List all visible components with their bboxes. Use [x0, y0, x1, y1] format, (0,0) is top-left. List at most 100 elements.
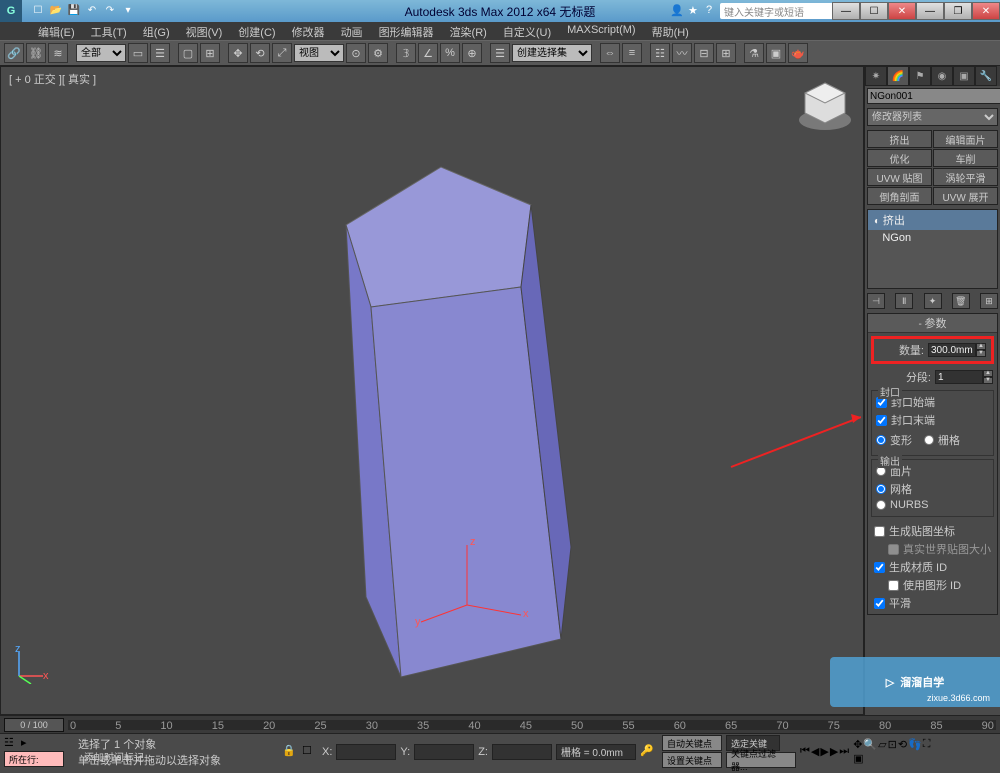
help-icon[interactable]: ?	[706, 4, 720, 18]
pivot-icon[interactable]: ⊙	[346, 43, 366, 63]
render-setup-icon[interactable]: ⚗	[744, 43, 764, 63]
show-end-icon[interactable]: Ⅱ	[895, 293, 913, 309]
stack-item-ngon[interactable]: NGon	[868, 230, 997, 246]
pin-stack-icon[interactable]: ⊣	[867, 293, 885, 309]
window-crossing-icon[interactable]: ⊞	[200, 43, 220, 63]
rollout-title[interactable]: - 参数	[868, 314, 997, 333]
nav-region-icon[interactable]: ▣	[853, 752, 863, 765]
tab-motion-icon[interactable]: ◉	[931, 66, 953, 86]
segs-down-icon[interactable]: ▼	[983, 377, 993, 384]
refcoord-dropdown[interactable]: 视图	[294, 44, 344, 62]
out-nurbs-radio[interactable]	[876, 500, 886, 510]
qat-save-icon[interactable]: 💾	[66, 3, 82, 19]
minimize-button[interactable]: —	[832, 2, 860, 20]
snap-icon[interactable]: 𝟛	[396, 43, 416, 63]
btn-editpatch[interactable]: 编辑面片	[933, 130, 998, 148]
segs-up-icon[interactable]: ▲	[983, 370, 993, 377]
tab-modify-icon[interactable]: 🌈	[887, 66, 909, 86]
rect-select-icon[interactable]: ▢	[178, 43, 198, 63]
isolate-icon[interactable]: ☐	[302, 744, 318, 760]
segs-input[interactable]	[935, 370, 983, 384]
qat-new-icon[interactable]: ☐	[30, 3, 46, 19]
spinner-snap-icon[interactable]: ⊕	[462, 43, 482, 63]
infocenter-icon[interactable]: 👤	[670, 4, 684, 18]
render-icon[interactable]: 🫖	[788, 43, 808, 63]
bind-icon[interactable]: ≋	[48, 43, 68, 63]
y-input[interactable]	[414, 744, 474, 760]
tab-utilities-icon[interactable]: 🔧	[975, 66, 997, 86]
cap-end-check[interactable]	[876, 415, 887, 426]
named-selection-dropdown[interactable]: 创建选择集	[512, 44, 592, 62]
app-logo[interactable]: G	[0, 0, 22, 22]
goto-end-icon[interactable]: ⏭	[839, 745, 849, 758]
play-icon[interactable]: ▶	[820, 745, 828, 758]
tab-display-icon[interactable]: ▣	[953, 66, 975, 86]
menu-modifiers[interactable]: 修改器	[284, 22, 333, 40]
menu-animation[interactable]: 动画	[333, 22, 371, 40]
out-mesh-radio[interactable]	[876, 484, 886, 494]
viewcube[interactable]	[795, 75, 855, 135]
modifier-list-dropdown[interactable]: 修改器列表	[867, 108, 998, 126]
menu-grapheditors[interactable]: 图形编辑器	[371, 22, 442, 40]
btn-bevelprofile[interactable]: 倒角剖面	[867, 187, 932, 205]
tab-hierarchy-icon[interactable]: ⚑	[909, 66, 931, 86]
minimize-button-2[interactable]: —	[916, 2, 944, 20]
cap-morph-radio[interactable]	[876, 435, 886, 445]
keyfilters-button[interactable]: 关键点过滤器...	[726, 752, 796, 768]
nav-orbit-icon[interactable]: ⟲	[898, 738, 907, 751]
menu-tools[interactable]: 工具(T)	[83, 22, 135, 40]
curve-editor-icon[interactable]: 〰	[672, 43, 692, 63]
menu-group[interactable]: 组(G)	[135, 22, 178, 40]
menu-create[interactable]: 创建(C)	[230, 22, 283, 40]
cap-grid-radio[interactable]	[924, 435, 934, 445]
object-name-input[interactable]	[867, 88, 1000, 104]
use-shape-check[interactable]	[888, 580, 899, 591]
render-frame-icon[interactable]: ▣	[766, 43, 786, 63]
menu-edit[interactable]: 编辑(E)	[30, 22, 83, 40]
nav-pan-icon[interactable]: ✥	[853, 738, 862, 751]
align-icon[interactable]: ≡	[622, 43, 642, 63]
angle-snap-icon[interactable]: ∠	[418, 43, 438, 63]
tab-create-icon[interactable]: ✷	[865, 66, 887, 86]
viewport[interactable]: [ + 0 正交 ][ 真实 ] z x y z	[0, 66, 864, 715]
select-icon[interactable]: ▭	[128, 43, 148, 63]
amount-down-icon[interactable]: ▼	[976, 350, 986, 357]
menu-help[interactable]: 帮助(H)	[644, 22, 697, 40]
close-button-2[interactable]: ✕	[972, 2, 1000, 20]
menu-maxscript[interactable]: MAXScript(M)	[559, 22, 643, 40]
qat-redo-icon[interactable]: ↷	[102, 3, 118, 19]
prev-frame-icon[interactable]: ◀	[811, 745, 819, 758]
modifier-stack[interactable]: ◐ 挤出 NGon	[867, 209, 998, 289]
scale-icon[interactable]: ⤢	[272, 43, 292, 63]
restore-button[interactable]: ❐	[944, 2, 972, 20]
next-frame-icon[interactable]: ▶	[830, 745, 838, 758]
layers-icon[interactable]: ☷	[650, 43, 670, 63]
nav-walk-icon[interactable]: 👣	[908, 738, 922, 751]
btn-turbosmooth[interactable]: 涡轮平滑	[933, 168, 998, 186]
link-icon[interactable]: 🔗	[4, 43, 24, 63]
nav-zoom-icon[interactable]: 🔍	[863, 738, 877, 751]
close-button[interactable]: ✕	[888, 2, 916, 20]
percent-snap-icon[interactable]: %	[440, 43, 460, 63]
schematic-icon[interactable]: ⊟	[694, 43, 714, 63]
mirror-icon[interactable]: ⇔	[600, 43, 620, 63]
goto-line-label[interactable]: 所在行:	[4, 751, 64, 767]
btn-uvwmap[interactable]: UVW 贴图	[867, 168, 932, 186]
gen-mat-check[interactable]	[874, 562, 885, 573]
amount-input[interactable]	[928, 343, 976, 357]
btn-optimize[interactable]: 优化	[867, 149, 932, 167]
unlink-icon[interactable]: ⛓	[26, 43, 46, 63]
qat-more-icon[interactable]: ▾	[120, 3, 136, 19]
configure-icon[interactable]: ⊞	[980, 293, 998, 309]
z-input[interactable]	[492, 744, 552, 760]
x-input[interactable]	[336, 744, 396, 760]
key-mode-icon[interactable]: 🔑	[640, 744, 658, 760]
named-sel-icon[interactable]: ☰	[490, 43, 510, 63]
stack-item-extrude[interactable]: ◐ 挤出	[868, 210, 997, 230]
rotate-icon[interactable]: ⟲	[250, 43, 270, 63]
select-name-icon[interactable]: ☰	[150, 43, 170, 63]
btn-extrude[interactable]: 挤出	[867, 130, 932, 148]
script-mini-icon[interactable]: ☳	[4, 736, 20, 750]
time-slider-thumb[interactable]: 0 / 100	[4, 718, 64, 732]
qat-open-icon[interactable]: 📂	[48, 3, 64, 19]
